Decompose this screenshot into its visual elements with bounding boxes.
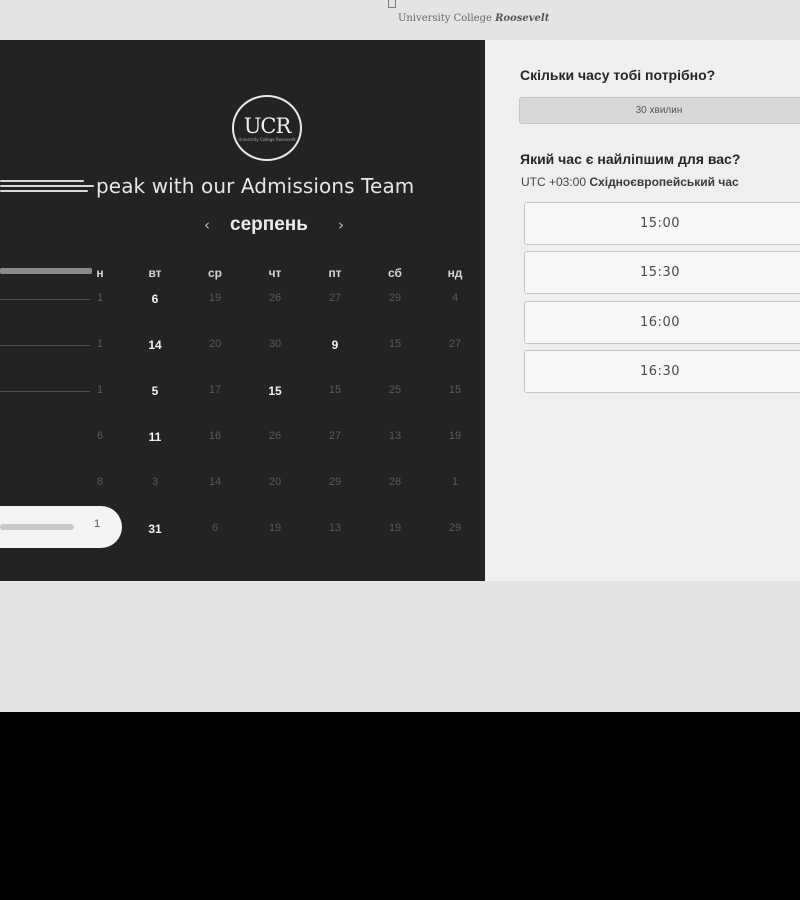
calendar-day[interactable]: 29 (315, 476, 355, 488)
calendar-day[interactable]: 25 (375, 384, 415, 396)
calendar-day[interactable]: 13 (315, 522, 355, 534)
calendar-day[interactable]: 1 (435, 476, 475, 488)
calendar-day[interactable]: 20 (195, 338, 235, 350)
timezone-line[interactable]: UTC +03:00 Східноєвропейський час (521, 175, 739, 189)
weekday-label: нд (447, 266, 463, 280)
calendar-day[interactable]: 6 (135, 292, 175, 306)
calendar-day[interactable]: 16 (195, 430, 235, 442)
calendar-day[interactable]: 15 (375, 338, 415, 350)
calendar-day[interactable]: 15 (435, 384, 475, 396)
time-slot-button[interactable]: 16:30 (524, 350, 800, 393)
calendar-day[interactable]: 9 (315, 338, 355, 352)
calendar-day[interactable]: 14 (195, 476, 235, 488)
timezone-name: Східноєвропейський час (589, 175, 739, 189)
selected-day-number: 1 (94, 518, 101, 530)
crest-icon (388, 0, 396, 8)
time-slot-button[interactable]: 16:00 (524, 301, 800, 344)
calendar-day[interactable]: 15 (255, 384, 295, 398)
calendar-day[interactable]: 26 (255, 292, 295, 304)
calendar-day[interactable]: 3 (135, 476, 175, 488)
badge-text: UCR (243, 114, 292, 138)
calendar-day[interactable]: 26 (255, 430, 295, 442)
selected-day-bar (0, 524, 74, 530)
calendar-day[interactable]: 8 (80, 476, 120, 488)
time-slot-button[interactable]: 15:00 (524, 202, 800, 245)
logo-tagline: University College Roosevelt (398, 13, 549, 24)
weekday-label: чт (268, 266, 282, 280)
calendar-day[interactable]: 4 (435, 292, 475, 304)
bottom-black-area (0, 712, 800, 900)
logo-mark: UCR (422, 0, 550, 13)
weekday-label: ср (207, 266, 222, 280)
weekday-label: вт (148, 266, 162, 280)
calendar-day[interactable]: 14 (135, 338, 175, 352)
calendar-day[interactable]: 19 (375, 522, 415, 534)
calendar-day[interactable]: 17 (195, 384, 235, 396)
time-question: Який час є найліпшим для вас? (520, 151, 741, 167)
calendar-day[interactable]: 13 (375, 430, 415, 442)
row-divider (0, 391, 90, 392)
calendar-day[interactable]: 11 (135, 430, 175, 444)
weekday-label: пт (328, 266, 342, 280)
title-overlap-bars (0, 180, 94, 195)
month-label: серпень (230, 214, 308, 235)
timezone-offset: UTC +03:00 (521, 175, 587, 189)
duration-question: Скільки часу тобі потрібно? (520, 67, 716, 83)
logo-tagline-prefix: University College (398, 13, 496, 24)
calendar-day[interactable]: 20 (255, 476, 295, 488)
row-divider (0, 345, 90, 346)
calendar-day[interactable]: 28 (375, 476, 415, 488)
calendar-day[interactable]: 30 (255, 338, 295, 350)
next-month-icon[interactable]: › (338, 216, 344, 234)
prev-month-icon[interactable]: ‹ (204, 216, 210, 234)
calendar-day[interactable]: 27 (315, 292, 355, 304)
calendar-day[interactable]: 5 (135, 384, 175, 398)
month-navigation: ‹ серпень › (200, 214, 350, 238)
calendar-day[interactable]: 27 (315, 430, 355, 442)
row-divider (0, 299, 90, 300)
calendar-day[interactable]: 27 (435, 338, 475, 350)
calendar-day[interactable]: 19 (195, 292, 235, 304)
calendar-day[interactable]: 6 (80, 430, 120, 442)
calendar-panel: UCR University College Roosevelt peak wi… (0, 40, 485, 581)
weekday-label: сб (388, 266, 402, 280)
ucr-badge-logo: UCR University College Roosevelt (232, 95, 302, 161)
calendar-day[interactable]: 19 (435, 430, 475, 442)
duration-select-button[interactable]: 30 хвилин (519, 97, 800, 124)
calendar-day[interactable]: 1 (80, 384, 120, 396)
calendar-day[interactable]: 31 (135, 522, 175, 536)
calendar-day[interactable]: 29 (375, 292, 415, 304)
logo-tagline-name: Roosevelt (495, 13, 550, 24)
calendar-day[interactable]: 15 (315, 384, 355, 396)
calendar-day[interactable]: 19 (255, 522, 295, 534)
ucr-header-logo: UCR University College Roosevelt (386, 0, 586, 30)
selected-day-pill[interactable]: 1 (0, 506, 122, 548)
weekday-label: н (96, 266, 104, 280)
calendar-day[interactable]: 1 (80, 292, 120, 304)
calendar-day[interactable]: 29 (435, 522, 475, 534)
panel-title: peak with our Admissions Team (96, 174, 415, 198)
calendar-day[interactable]: 1 (80, 338, 120, 350)
time-slot-button[interactable]: 15:30 (524, 251, 800, 294)
booking-panel: Скільки часу тобі потрібно? 30 хвилин Як… (485, 40, 800, 581)
badge-subtext: University College Roosevelt (238, 137, 296, 142)
calendar-day[interactable]: 6 (195, 522, 235, 534)
